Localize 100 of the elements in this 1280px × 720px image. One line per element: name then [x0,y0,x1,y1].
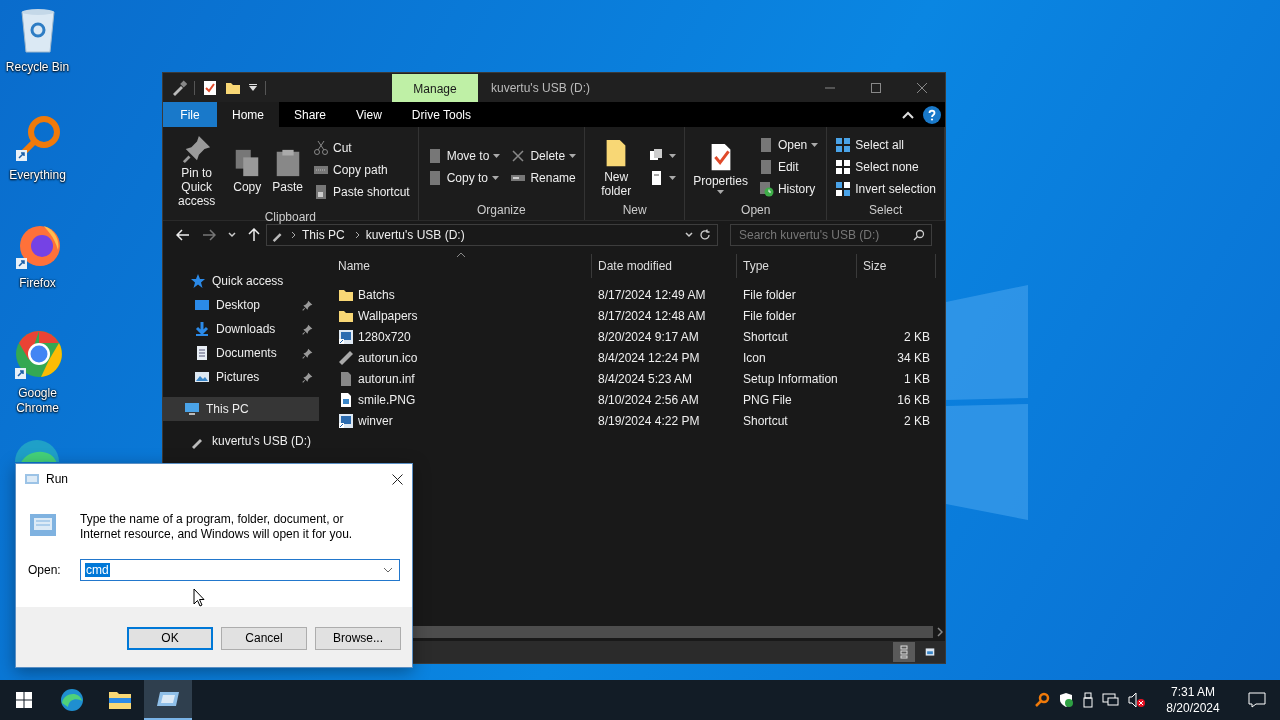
up-arrow-icon[interactable] [248,228,260,242]
folder-icon [108,690,132,710]
properties-icon[interactable] [202,79,218,96]
clock-time[interactable]: 7:31 AM [1171,684,1215,700]
column-header[interactable]: Date modified [592,254,737,278]
run-taskbar-button[interactable] [144,680,192,720]
type-cell-text: File folder [742,308,797,323]
magnifier-icon[interactable] [13,114,62,162]
delete-icon [510,147,527,164]
ribbon-button[interactable]: Rename [507,166,580,189]
file-name[interactable]: autorun.inf [358,371,415,386]
type-cell-text: File folder [742,287,797,302]
browse-button[interactable]: Browse... [315,626,401,650]
nav-item[interactable]: Quick access [163,269,319,293]
nav-item[interactable]: Desktop [163,293,319,317]
ribbon-button[interactable]: Properties [690,137,751,196]
help-icon[interactable] [923,105,941,124]
field-label: Open: [28,563,62,577]
clock-date[interactable]: 8/20/2024 [1166,700,1220,716]
speaker-muted-icon[interactable] [1128,692,1146,708]
type-cell-text: Shortcut [742,413,789,428]
notification-icon[interactable] [1248,692,1266,708]
forward-arrow-icon[interactable] [202,229,216,241]
ribbon-button[interactable]: Edit [754,155,822,178]
file-name[interactable]: autorun.ico [358,350,418,365]
shield-icon[interactable] [1058,692,1074,708]
type-cell-text: Icon [742,350,767,365]
pin-icon[interactable] [302,371,313,383]
caret-icon[interactable] [248,82,258,93]
size-cell-text: 2 KB [903,413,931,428]
chevron-right-icon[interactable] [354,231,360,239]
nav-item[interactable]: Documents [163,341,319,365]
run-icon [28,512,58,538]
ribbon-button[interactable]: Copy [229,144,266,196]
horizontal-scrollbar[interactable] [411,625,943,639]
column-header[interactable]: Type [737,254,857,278]
back-arrow-icon[interactable] [176,229,190,241]
file-name[interactable]: winver [358,413,393,428]
cancel-button[interactable]: Cancel [221,626,307,650]
column-header[interactable]: Name [332,254,592,278]
context-tab[interactable]: Manage [392,74,478,103]
group-label: Organize [476,203,527,219]
date-cell-text: 8/17/2024 12:48 AM [597,308,707,323]
desktop-icon-label[interactable]: Recycle Bin [1,60,74,75]
instruction-text: Type the name of a program, folder, document, or Internet resource, and Windows will open it for you. [80,512,354,542]
ribbon-button[interactable]: Delete [507,144,580,167]
nav-item[interactable]: Pictures [163,365,319,389]
file-name[interactable]: 1280x720 [358,329,411,344]
run-icon [156,691,180,707]
date-cell-text: 8/10/2024 2:56 AM [597,392,700,407]
ribbon-button[interactable]: Select all [832,133,939,156]
pin-icon[interactable] [302,323,313,335]
file-icon [338,370,354,387]
file-name[interactable]: smile.PNG [358,392,416,407]
ribbon-button[interactable]: Cut [309,137,413,159]
search-field[interactable]: Search kuvertu's USB (D:) [730,224,932,246]
column-header[interactable]: Size [857,254,936,278]
star-icon [190,273,206,289]
desktop-icon-label[interactable]: Everything [1,168,74,183]
desktop-icon [194,297,210,313]
ribbon-button[interactable]: History [754,177,822,200]
ribbon-button[interactable]: Open [754,133,822,156]
address-bar[interactable]: This PC kuvertu's USB (D:) [266,224,718,246]
ribbon-button[interactable]: New folder [590,133,643,200]
collapse-icon[interactable] [902,110,914,119]
input-field[interactable]: cmd [80,559,400,581]
refresh-icon[interactable] [699,229,711,241]
picture-icon [194,369,210,385]
ribbon-tab[interactable]: Home [217,102,279,127]
file-name[interactable]: Batchs [358,287,395,302]
ribbon-button[interactable]: Copy path [309,159,413,181]
sort-caret-icon [456,252,466,257]
magnifier-icon[interactable] [1034,692,1050,708]
dialog-title: Run [46,472,68,486]
desktop-icon-label[interactable]: Firefox [1,276,74,291]
chevron-right-icon[interactable] [291,231,296,239]
ribbon-tab[interactable]: File [163,102,217,127]
chevron-down-icon[interactable] [228,232,236,238]
pin-icon[interactable] [302,347,313,359]
details-view-button[interactable] [893,642,915,662]
scissors-icon [312,140,329,156]
windows-logo-icon [16,692,32,708]
file-name[interactable]: Wallpapers [358,308,418,323]
nav-item[interactable]: This PC [163,397,319,421]
browser-icon[interactable] [12,330,63,380]
ribbon-button[interactable]: Pin to Quick access [168,130,226,210]
type-cell-text: PNG File [742,392,793,407]
nav-item[interactable]: Downloads [163,317,319,341]
network-icon[interactable] [1102,692,1120,708]
nav-item[interactable]: kuvertu's USB (D:) [163,429,319,453]
ribbon-button[interactable]: Paste [269,144,306,196]
ribbon-button[interactable]: Move to [423,144,504,167]
pin-icon[interactable] [302,299,313,311]
ribbon-button[interactable]: Invert selection [832,177,939,200]
ribbon-button[interactable]: Select none [832,155,939,178]
chevron-down-icon[interactable] [685,232,693,238]
desktop-icon-label[interactable]: Google Chrome [1,386,74,416]
ribbon-button[interactable]: Copy to [423,166,504,189]
ok-button[interactable]: OK [127,626,213,650]
ribbon-button[interactable]: Paste shortcut [309,181,413,203]
